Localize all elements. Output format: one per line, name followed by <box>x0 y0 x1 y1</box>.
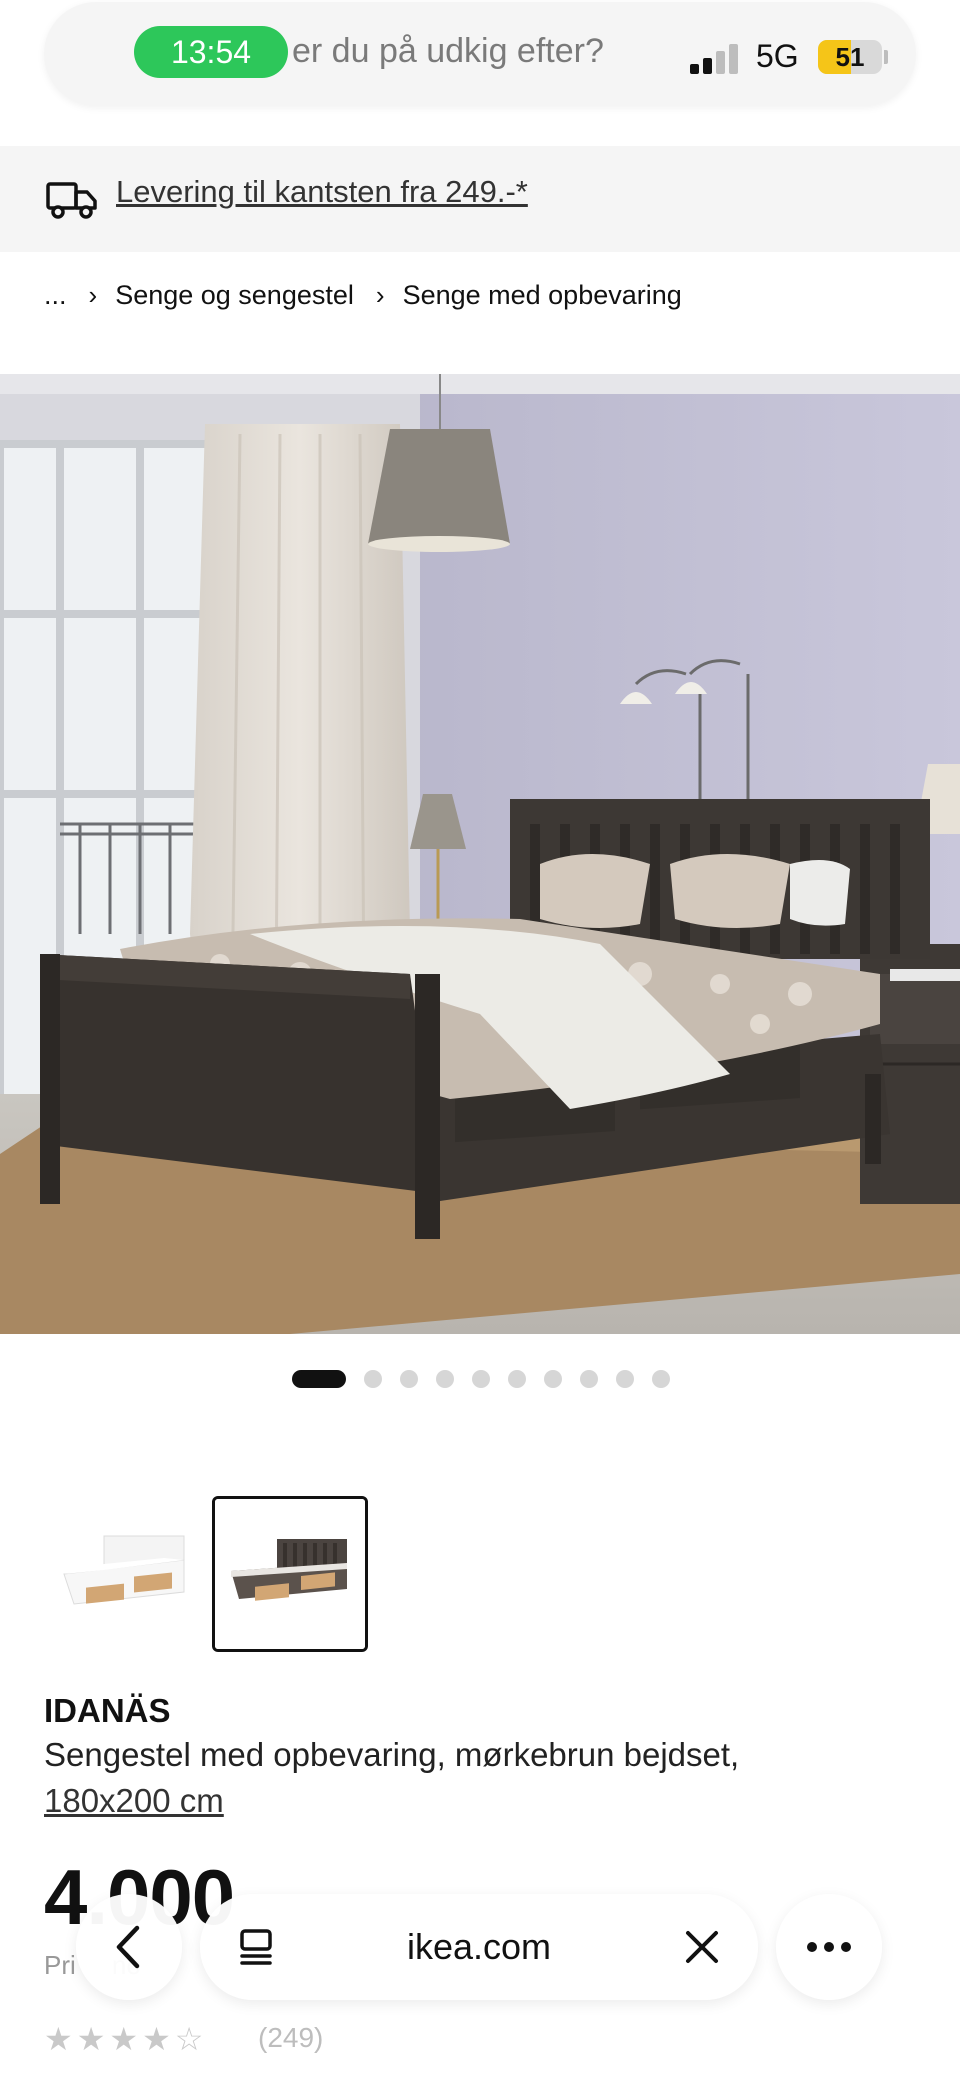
status-time: 13:54 <box>134 26 288 78</box>
rating-stars[interactable]: ★★★★☆ <box>44 2020 207 2058</box>
star-icon: ★ <box>76 2020 110 2058</box>
gallery-dot[interactable] <box>472 1370 490 1388</box>
thumbnail-dark-bed[interactable] <box>212 1496 368 1652</box>
star-icon: ★ <box>109 2020 143 2058</box>
battery-tip <box>884 50 888 64</box>
gallery-dot[interactable] <box>616 1370 634 1388</box>
product-name: IDANÄS <box>44 1692 171 1729</box>
address-bar[interactable]: ikea.com <box>200 1894 758 2000</box>
gallery-dot-active[interactable] <box>292 1370 346 1388</box>
breadcrumb: ... › Senge og sengestel › Senge med opb… <box>44 280 682 311</box>
review-count[interactable]: (249) <box>258 2022 323 2054</box>
url-text[interactable]: ikea.com <box>200 1894 758 2000</box>
star-icon: ★ <box>44 2020 77 2058</box>
gallery-dot[interactable] <box>652 1370 670 1388</box>
back-button[interactable] <box>76 1894 182 2000</box>
close-icon[interactable] <box>684 1929 720 1965</box>
more-button[interactable] <box>776 1894 882 2000</box>
gallery-pagination[interactable] <box>0 1368 960 1390</box>
product-size-link[interactable]: 180x200 cm <box>44 1782 224 1820</box>
battery-percentage: 51 <box>835 41 865 72</box>
star-icon: ☆ <box>174 2020 208 2058</box>
product-page: 13:54 er du på udkig efter? 5G 51 Leveri… <box>0 0 960 2077</box>
more-dots-icon <box>807 1942 851 1952</box>
gallery-dot[interactable] <box>364 1370 382 1388</box>
gallery-dot[interactable] <box>544 1370 562 1388</box>
search-text[interactable]: er du på udkig efter? <box>292 32 604 71</box>
breadcrumb-item-storage-beds[interactable]: Senge med opbevaring <box>403 280 682 311</box>
product-description: Sengestel med opbevaring, mørkebrun bejd… <box>44 1736 740 1773</box>
white-bed-thumbnail-image <box>44 1496 200 1652</box>
battery-icon: 51 <box>818 40 882 74</box>
breadcrumb-item-beds[interactable]: Senge og sengestel <box>115 280 354 311</box>
delivery-link[interactable]: Levering til kantsten fra 249.-* <box>116 174 528 210</box>
chevron-right-icon: › <box>88 280 98 310</box>
gallery-dot[interactable] <box>400 1370 418 1388</box>
breadcrumb-ellipsis[interactable]: ... <box>44 280 67 311</box>
signal-strength-icon <box>690 42 742 74</box>
back-arrow-icon <box>116 1925 140 1969</box>
dark-bed-thumbnail-image <box>215 1499 365 1649</box>
gallery-dot[interactable] <box>508 1370 526 1388</box>
chevron-right-icon: › <box>375 280 385 310</box>
product-hero-image[interactable] <box>0 374 960 1334</box>
truck-icon <box>46 182 97 219</box>
network-label: 5G <box>756 38 799 74</box>
bedroom-scene-image <box>0 374 960 1334</box>
gallery-dot[interactable] <box>436 1370 454 1388</box>
delivery-banner[interactable]: Levering til kantsten fra 249.-* <box>0 146 960 252</box>
star-icon: ★ <box>142 2020 175 2058</box>
gallery-dot[interactable] <box>580 1370 598 1388</box>
thumbnail-white-bed[interactable] <box>44 1496 200 1652</box>
